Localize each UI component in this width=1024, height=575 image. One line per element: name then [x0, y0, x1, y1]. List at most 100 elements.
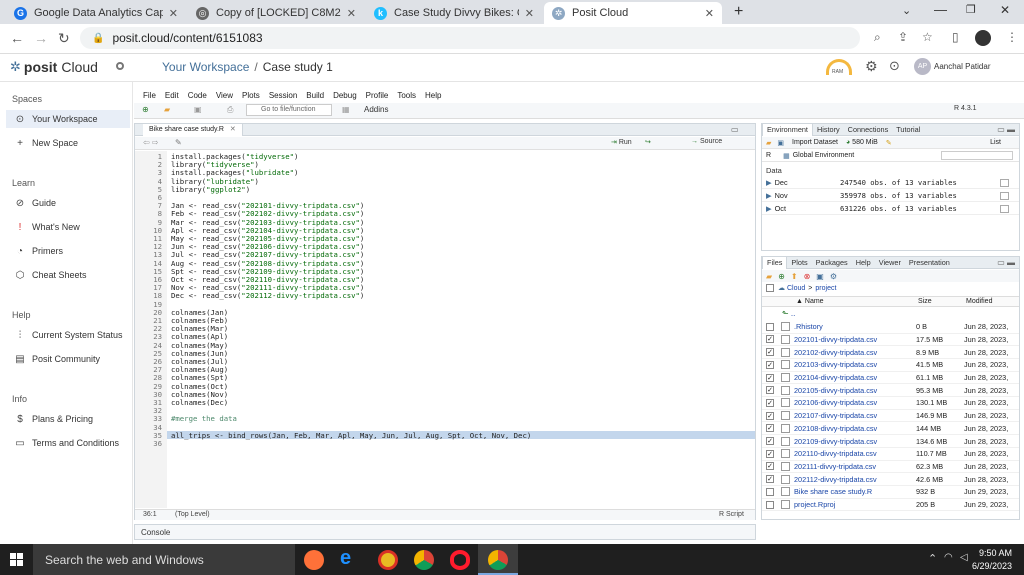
env-row-nov[interactable]: ▶ Nov 359978 obs. of 13 variables: [762, 190, 1019, 202]
console-pane[interactable]: Console: [134, 524, 756, 540]
file-row[interactable]: .Rhistory 0 B Jun 28, 2023,: [762, 321, 1019, 334]
file-name[interactable]: 202108-divvy-tripdata.csv: [794, 424, 916, 433]
expand-icon[interactable]: ▶: [766, 204, 772, 213]
sidebar-item-guide[interactable]: ⊘ Guide: [6, 194, 130, 212]
tab-help[interactable]: Help: [852, 258, 875, 267]
pane-window-icon[interactable]: ▭ ▬: [993, 125, 1019, 134]
menu-plots[interactable]: Plots: [242, 91, 260, 100]
sidebar-item-plans[interactable]: $ Plans & Pricing: [6, 410, 130, 428]
file-row[interactable]: ✓ 202112-divvy-tripdata.csv 42.6 MB Jun 28,…: [762, 473, 1019, 486]
file-checkbox[interactable]: ✓: [766, 437, 774, 446]
new-file-icon[interactable]: ⊕: [142, 105, 149, 114]
explorer-icon[interactable]: [378, 550, 398, 570]
file-name[interactable]: .Rhistory: [794, 322, 916, 331]
taskbar-search-input[interactable]: Search the web and Windows: [33, 544, 295, 575]
r-version[interactable]: R 4.3.1: [954, 105, 977, 112]
menu-session[interactable]: Session: [269, 91, 297, 100]
file-row[interactable]: ✓ 202105-divvy-tripdata.csv 95.3 MB Jun 28,…: [762, 385, 1019, 398]
menu-profile[interactable]: Profile: [366, 91, 389, 100]
filetype-selector[interactable]: R Script: [719, 511, 744, 518]
sidebar-item-cheat-sheets[interactable]: ⬡ Cheat Sheets: [6, 266, 130, 284]
addins-menu[interactable]: Addins: [364, 105, 388, 114]
clock-time[interactable]: 9:50 AM: [976, 548, 1012, 558]
code-line[interactable]: library("ggplot2"): [171, 185, 250, 194]
path-project[interactable]: project: [815, 285, 836, 292]
file-name[interactable]: 202104-divvy-tripdata.csv: [794, 373, 916, 382]
file-name[interactable]: 202107-divvy-tripdata.csv: [794, 411, 916, 420]
file-name[interactable]: 202103-divvy-tripdata.csv: [794, 360, 916, 369]
close-icon[interactable]: ✕: [169, 7, 178, 20]
source-button[interactable]: → Source: [691, 138, 722, 145]
col-name-header[interactable]: ▲ Name: [796, 298, 918, 305]
close-icon[interactable]: ✕: [705, 7, 714, 20]
view-table-icon[interactable]: [1000, 204, 1009, 213]
sidepanel-icon[interactable]: ▯: [952, 30, 959, 44]
file-row[interactable]: ✓ 202104-divvy-tripdata.csv 61.1 MB Jun 28,…: [762, 372, 1019, 385]
wifi-icon[interactable]: ◠: [944, 552, 953, 563]
save-icon[interactable]: ▣: [777, 139, 784, 147]
select-all-checkbox[interactable]: [766, 284, 774, 292]
new-folder-icon[interactable]: ▰: [766, 272, 772, 281]
maximize-icon[interactable]: ▭: [731, 125, 739, 134]
sidebar-item-system-status[interactable]: ⫶ Current System Status: [6, 326, 130, 344]
menu-tools[interactable]: Tools: [397, 91, 416, 100]
tab-google-data-analytics[interactable]: G Google Data Analytics Capstone ✕: [6, 2, 186, 24]
chevron-down-icon[interactable]: ⌄: [902, 4, 911, 17]
tab-files[interactable]: Files: [762, 256, 788, 269]
clock-date[interactable]: 6/29/2023: [966, 561, 1012, 571]
tab-connections[interactable]: Connections: [844, 125, 893, 134]
col-size-header[interactable]: Size: [918, 298, 966, 305]
file-checkbox[interactable]: ✓: [766, 398, 774, 407]
language-selector[interactable]: R: [766, 152, 771, 159]
sidebar-item-community[interactable]: ▤ Posit Community: [6, 350, 130, 368]
file-row[interactable]: ✓ 202109-divvy-tripdata.csv 134.6 MB Jun 28…: [762, 435, 1019, 448]
code-line[interactable]: all_trips <- bind_rows(Jan, Feb, Mar, Ap…: [171, 431, 531, 440]
tab-viewer[interactable]: Viewer: [875, 258, 905, 267]
more-icon[interactable]: ⊙: [889, 58, 900, 74]
import-dataset-button[interactable]: Import Dataset: [792, 139, 838, 146]
file-checkbox[interactable]: ✓: [766, 411, 774, 420]
env-search-input[interactable]: [941, 151, 1013, 160]
file-name[interactable]: 202105-divvy-tripdata.csv: [794, 386, 916, 395]
expand-icon[interactable]: ▶: [766, 191, 772, 200]
menu-code[interactable]: Code: [188, 91, 207, 100]
gear-icon[interactable]: ⚙: [865, 58, 878, 75]
file-checkbox[interactable]: [766, 322, 774, 331]
gear-icon[interactable]: ⚙: [830, 272, 837, 281]
file-name[interactable]: 202111-divvy-tripdata.csv: [794, 462, 916, 471]
menu-view[interactable]: View: [216, 91, 233, 100]
close-icon[interactable]: ✕: [347, 7, 356, 20]
view-table-icon[interactable]: [1000, 191, 1009, 200]
tab-history[interactable]: History: [813, 125, 844, 134]
back-arrow-icon[interactable]: ⇦ ⇨: [143, 138, 159, 147]
file-checkbox[interactable]: ✓: [766, 449, 774, 458]
file-row[interactable]: ✓ 202106-divvy-tripdata.csv 130.1 MB Jun 28…: [762, 397, 1019, 410]
memory-usage[interactable]: 580 MiB: [852, 139, 878, 146]
tab-bike-share-script[interactable]: Bike share case study.R ✕: [143, 124, 243, 136]
file-row[interactable]: ✓ 202103-divvy-tripdata.csv 41.5 MB Jun 28,…: [762, 359, 1019, 372]
file-row[interactable]: ✓ 202101-divvy-tripdata.csv 17.5 MB Jun 28,…: [762, 334, 1019, 347]
code-area[interactable]: install.packages("tidyverse") library("ti…: [135, 151, 755, 508]
run-button[interactable]: ⇥ Run: [611, 138, 632, 146]
tab-posit-cloud[interactable]: ✲ Posit Cloud ✕: [544, 2, 722, 24]
tab-tutorial[interactable]: Tutorial: [892, 125, 924, 134]
file-row[interactable]: Bike share case study.R 932 B Jun 29, 2023…: [762, 486, 1019, 499]
col-modified-header[interactable]: Modified: [966, 298, 992, 305]
window-close-icon[interactable]: ✕: [1000, 3, 1010, 17]
upload-icon[interactable]: ⬆: [791, 272, 798, 281]
print-icon[interactable]: ⎙: [227, 105, 233, 115]
sidebar-item-terms[interactable]: ▭ Terms and Conditions: [6, 434, 130, 452]
file-name[interactable]: 202106-divvy-tripdata.csv: [794, 398, 916, 407]
file-row[interactable]: ✓ 202102-divvy-tripdata.csv 8.9 MB Jun 28, …: [762, 346, 1019, 359]
delete-icon[interactable]: ⊗: [804, 272, 811, 281]
file-checkbox[interactable]: ✓: [766, 335, 774, 344]
list-view-button[interactable]: List: [990, 139, 1001, 146]
tray-up-icon[interactable]: ⌃: [928, 552, 937, 565]
file-name[interactable]: 202102-divvy-tripdata.csv: [794, 348, 916, 357]
broom-icon[interactable]: ✎: [886, 139, 892, 147]
tab-presentation[interactable]: Presentation: [905, 258, 954, 267]
code-line[interactable]: #merge the data: [171, 414, 237, 423]
close-icon[interactable]: ✕: [525, 7, 534, 20]
wand-icon[interactable]: ✎: [175, 138, 182, 147]
sidebar-item-your-workspace[interactable]: ⊙ Your Workspace: [6, 110, 130, 128]
